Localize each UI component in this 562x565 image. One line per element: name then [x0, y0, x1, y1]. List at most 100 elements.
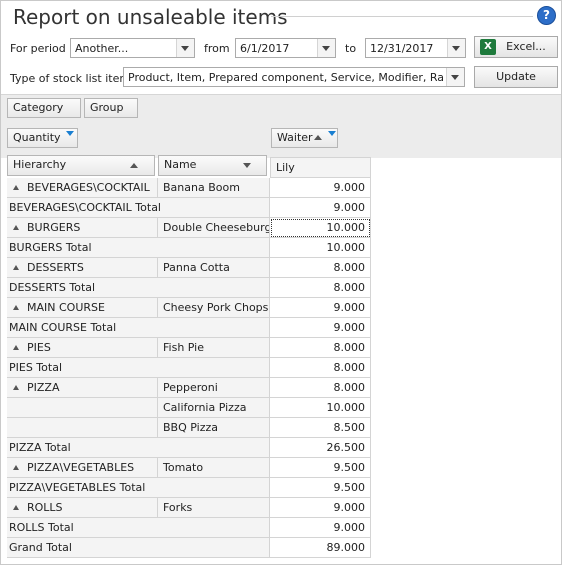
row-name-cell[interactable]: Double Cheeseburger	[158, 218, 270, 238]
chevron-down-icon[interactable]	[446, 68, 464, 86]
collapse-icon[interactable]	[13, 385, 19, 390]
row-field-hierarchy[interactable]: Hierarchy	[7, 155, 155, 176]
chevron-down-icon[interactable]	[317, 39, 335, 57]
row-hierarchy-label: BURGERS	[27, 221, 81, 234]
row-name-cell[interactable]: Fish Pie	[158, 338, 270, 358]
column-field-label: Waiter	[277, 131, 313, 144]
help-icon[interactable]: ?	[537, 6, 556, 25]
data-field-quantity[interactable]: Quantity	[7, 128, 78, 148]
row-hierarchy-cell[interactable]: PIES	[7, 338, 158, 358]
chevron-down-icon[interactable]	[176, 39, 194, 57]
period-select-value: Another...	[75, 42, 129, 55]
row-field-name[interactable]: Name	[158, 155, 267, 176]
collapse-icon[interactable]	[13, 465, 19, 470]
column-field-waiter[interactable]: Waiter	[271, 128, 338, 148]
value-cell[interactable]: 9.000	[270, 518, 371, 538]
row-total-label: BEVERAGES\COCKTAIL Total	[7, 198, 270, 218]
collapse-icon[interactable]	[13, 185, 19, 190]
row-name-cell[interactable]: Cheesy Pork Chops	[158, 298, 270, 318]
filter-field-group[interactable]: Group	[84, 98, 138, 118]
report-window: Report on unsaleable items ? For period …	[0, 0, 562, 565]
row-name-cell[interactable]: BBQ Pizza	[158, 418, 270, 438]
row-field-name-label: Name	[164, 158, 197, 171]
value-cell[interactable]: 9.000	[270, 178, 371, 198]
row-hierarchy-cell	[7, 418, 158, 438]
row-hierarchy-label: PIZZA\VEGETABLES	[27, 461, 135, 474]
collapse-icon[interactable]	[13, 345, 19, 350]
row-total-label: DESSERTS Total	[7, 278, 270, 298]
excel-button[interactable]: X Excel...	[474, 36, 558, 58]
stock-type-select[interactable]: Product, Item, Prepared component, Servi…	[123, 67, 465, 87]
row-total-label: ROLLS Total	[7, 518, 270, 538]
title-divider	[271, 16, 533, 17]
column-header-lily[interactable]: Lily	[270, 157, 371, 178]
row-name-cell[interactable]: Forks	[158, 498, 270, 518]
row-hierarchy-label: ROLLS	[27, 501, 63, 514]
filter-icon[interactable]	[66, 131, 74, 138]
period-label: For period	[10, 42, 66, 55]
value-cell[interactable]: 9.000	[270, 298, 371, 318]
value-cell[interactable]: 9.000	[270, 198, 371, 218]
row-name-cell[interactable]: Pepperoni	[158, 378, 270, 398]
row-field-hierarchy-label: Hierarchy	[13, 158, 67, 171]
row-total-label: PIZZA\VEGETABLES Total	[7, 478, 270, 498]
from-label: from	[204, 42, 230, 55]
report-header: Report on unsaleable items ? For period …	[1, 1, 561, 94]
pivot-grid: Category Group Quantity Waiter Hierarchy…	[1, 94, 561, 564]
stock-type-value: Product, Item, Prepared component, Servi…	[128, 71, 444, 84]
value-cell[interactable]: 9.500	[270, 458, 371, 478]
value-cell[interactable]: 9.000	[270, 318, 371, 338]
data-field-label: Quantity	[13, 131, 61, 144]
row-name-cell[interactable]: Tomato	[158, 458, 270, 478]
period-select[interactable]: Another...	[70, 38, 195, 58]
excel-button-label: Excel...	[506, 40, 546, 53]
stock-type-label: Type of stock list item:	[10, 72, 134, 85]
row-total-label: Grand Total	[7, 538, 270, 558]
row-hierarchy-label: PIZZA	[27, 381, 60, 394]
row-hierarchy-cell[interactable]: MAIN COURSE	[7, 298, 158, 318]
to-date-value: 12/31/2017	[370, 42, 434, 55]
collapse-icon[interactable]	[13, 505, 19, 510]
value-cell[interactable]: 9.000	[270, 498, 371, 518]
collapse-icon[interactable]	[13, 305, 19, 310]
to-label: to	[345, 42, 357, 55]
value-cell[interactable]: 8.000	[270, 278, 371, 298]
value-cell[interactable]: 10.000	[270, 398, 371, 418]
collapse-icon[interactable]	[13, 225, 19, 230]
value-cell[interactable]: 10.000	[270, 218, 371, 238]
row-total-label: BURGERS Total	[7, 238, 270, 258]
filter-field-category[interactable]: Category	[7, 98, 81, 118]
value-cell[interactable]: 8.000	[270, 358, 371, 378]
row-name-cell[interactable]: Banana Boom	[158, 178, 270, 198]
row-hierarchy-cell	[7, 398, 158, 418]
update-button[interactable]: Update	[474, 66, 558, 88]
row-hierarchy-cell[interactable]: BURGERS	[7, 218, 158, 238]
row-name-cell[interactable]: Panna Cotta	[158, 258, 270, 278]
from-date-picker[interactable]: 6/1/2017	[235, 38, 336, 58]
value-cell[interactable]: 8.000	[270, 258, 371, 278]
filter-icon[interactable]	[328, 131, 336, 138]
row-hierarchy-cell[interactable]: DESSERTS	[7, 258, 158, 278]
row-hierarchy-cell[interactable]: PIZZA	[7, 378, 158, 398]
chevron-down-icon[interactable]	[447, 39, 465, 57]
value-cell[interactable]: 8.500	[270, 418, 371, 438]
value-cell[interactable]: 8.000	[270, 378, 371, 398]
sort-descending-icon[interactable]	[243, 163, 251, 168]
to-date-picker[interactable]: 12/31/2017	[365, 38, 466, 58]
collapse-icon[interactable]	[13, 265, 19, 270]
row-name-cell[interactable]: California Pizza	[158, 398, 270, 418]
sort-ascending-icon[interactable]	[314, 135, 322, 140]
row-hierarchy-label: DESSERTS	[27, 261, 84, 274]
value-cell[interactable]: 10.000	[270, 238, 371, 258]
row-hierarchy-cell[interactable]: BEVERAGES\COCKTAIL	[7, 178, 158, 198]
value-cell[interactable]: 8.000	[270, 338, 371, 358]
value-cell[interactable]: 9.500	[270, 478, 371, 498]
value-cell[interactable]: 26.500	[270, 438, 371, 458]
row-hierarchy-cell[interactable]: PIZZA\VEGETABLES	[7, 458, 158, 478]
sort-ascending-icon[interactable]	[130, 163, 138, 168]
row-total-label: MAIN COURSE Total	[7, 318, 270, 338]
value-cell[interactable]: 89.000	[270, 538, 371, 558]
row-hierarchy-label: MAIN COURSE	[27, 301, 105, 314]
row-hierarchy-cell[interactable]: ROLLS	[7, 498, 158, 518]
row-total-label: PIZZA Total	[7, 438, 270, 458]
